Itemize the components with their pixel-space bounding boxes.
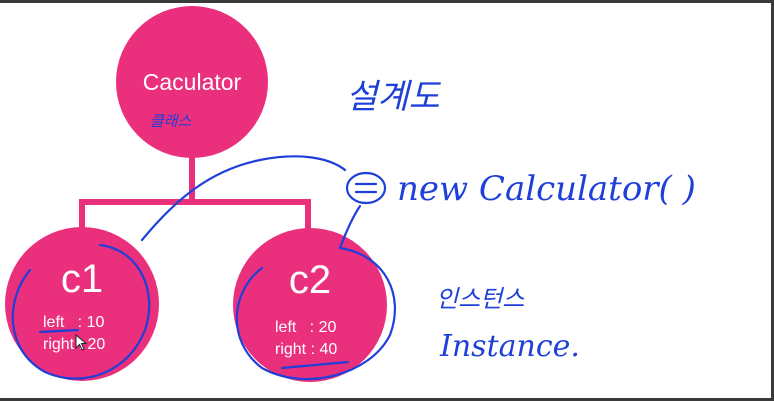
- instance-ko-handwritten-label: 인스턴스: [436, 285, 525, 313]
- pen-loop-c2: [235, 246, 396, 381]
- handwritten-annotations: 클래스 설계도 new Calculator( ) 인스턴스 Instance.: [11, 77, 696, 381]
- mouse-cursor-icon: [75, 334, 88, 351]
- blueprint-handwritten-label: 설계도: [346, 77, 442, 117]
- pen-stroke-c1-link: [140, 155, 347, 242]
- pen-underline-c2-right: [280, 360, 350, 370]
- pen-underline-c1-left: [38, 328, 80, 334]
- class-handwritten-label: 클래스: [150, 112, 192, 130]
- pen-loop-c1: [11, 243, 151, 380]
- pen-circle-equals: [345, 171, 387, 205]
- instance-en-handwritten-label: Instance.: [439, 329, 580, 364]
- pen-stroke-c2-link: [338, 204, 362, 250]
- constructor-handwritten-label: new Calculator( ): [397, 169, 696, 209]
